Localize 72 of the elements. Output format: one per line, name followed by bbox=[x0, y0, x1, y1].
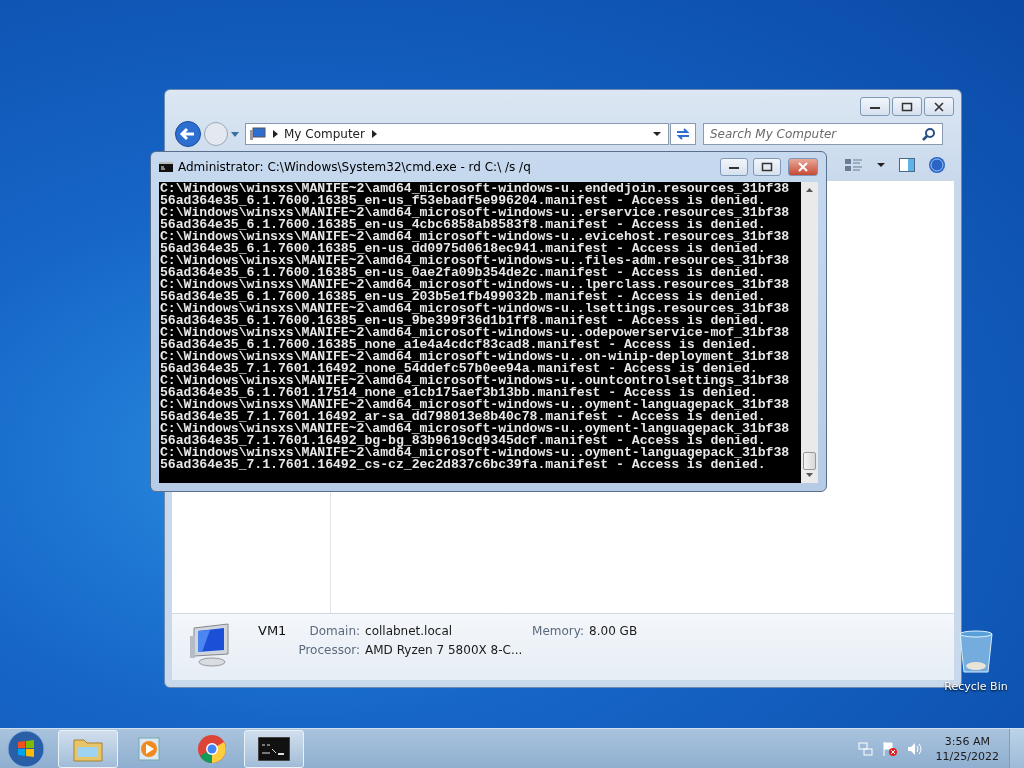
dropdown-icon[interactable] bbox=[652, 131, 662, 137]
clock-time: 3:56 AM bbox=[944, 733, 990, 749]
maximize-button[interactable] bbox=[753, 158, 781, 176]
clock-date: 11/25/2022 bbox=[935, 748, 999, 764]
close-button[interactable] bbox=[924, 97, 954, 116]
back-icon[interactable] bbox=[174, 120, 202, 148]
console-line: C:\Windows\winsxs\MANIFE~2\amd64_microsoft-windows-u..lperclass.resources_31bf38 bbox=[160, 279, 791, 291]
maximize-icon bbox=[901, 101, 913, 112]
scrollbar[interactable] bbox=[801, 182, 818, 483]
field-value: AMD Ryzen 7 5800X 8-C... bbox=[365, 643, 524, 657]
refresh-icon bbox=[675, 127, 691, 141]
window-title: Administrator: C:\Windows\System32\cmd.exe - rd C:\ /s /q bbox=[178, 160, 531, 174]
view-options-icon[interactable] bbox=[844, 157, 864, 173]
console-icon bbox=[159, 162, 173, 172]
browser-icon bbox=[197, 733, 227, 764]
console-line: C:\Windows\winsxs\MANIFE~2\amd64_microsoft-windows-u..evicehost.resources_31bf38 bbox=[160, 231, 791, 243]
console-line: 56ad364e35_6.1.7600.16385_en-us_4cbc6858ab8583f8.manifest - Access is denied. bbox=[160, 219, 766, 231]
recycle-bin-icon[interactable] bbox=[958, 630, 994, 674]
scrollbar-thumb[interactable] bbox=[803, 452, 816, 470]
maximize-button[interactable] bbox=[892, 97, 922, 116]
computer-name: VM1 bbox=[258, 623, 287, 638]
search-field[interactable]: Search My Computer bbox=[703, 123, 943, 145]
maximize-icon bbox=[761, 162, 773, 172]
console-line: 56ad364e35_6.1.7600.16385_none_a1e4a4cdcf83cad8.manifest - Access is denied. bbox=[160, 339, 758, 351]
console-line: C:\Windows\winsxs\MANIFE~2\amd64_microsoft-windows-u..ountcontrolsettings_31bf38 bbox=[160, 375, 791, 387]
console-line: 56ad364e35_6.1.7600.16385_en-us_f53ebadf5e996204.manifest - Access is denied. bbox=[160, 195, 766, 207]
scroll-up-icon[interactable] bbox=[805, 187, 814, 193]
chevron-icon bbox=[272, 130, 278, 138]
field-value: collabnet.local bbox=[365, 624, 453, 638]
console-line: 56ad364e35_6.1.7600.16385_en-us_9be399f36d1b1ff8.manifest - Access is denied. bbox=[160, 315, 766, 327]
close-icon bbox=[797, 162, 809, 172]
help-icon[interactable] bbox=[928, 156, 946, 174]
play-icon bbox=[137, 735, 163, 762]
field-label: Processor: bbox=[298, 643, 361, 657]
field-value: 8.00 GB bbox=[589, 624, 638, 638]
console-line: C:\Windows\winsxs\MANIFE~2\amd64_microsoft-windows-u..on-winip-deployment_31bf38 bbox=[160, 351, 791, 363]
console-line: 56ad364e35_6.1.7601.17514_none_e1cb175aef3b13bb.manifest - Access is denied. bbox=[160, 387, 758, 399]
scroll-down-icon[interactable] bbox=[805, 472, 814, 478]
console-line: C:\Windows\winsxs\MANIFE~2\amd64_microsoft-windows-u..oyment-languagepack_31bf38 bbox=[160, 399, 791, 411]
console-line: 56ad364e35_6.1.7600.16385_en-us_0ae2fa09b354de2c.manifest - Access is denied. bbox=[160, 267, 766, 279]
clock[interactable]: 3:56 AM 11/25/2022 bbox=[935, 733, 999, 764]
chevron-icon bbox=[370, 130, 377, 138]
field-label: Domain: bbox=[308, 624, 361, 638]
console-line: 56ad364e35_7.1.7601.16492_bg-bg_83b9619cd9345dcf.manifest - Access is denied. bbox=[160, 435, 766, 447]
close-icon bbox=[933, 101, 945, 112]
refresh-button[interactable] bbox=[670, 123, 696, 145]
console-line: C:\Windows\winsxs\MANIFE~2\amd64_microsoft-windows-u..files-adm.resources_31bf38 bbox=[160, 255, 791, 267]
console-line: C:\Windows\winsxs\MANIFE~2\amd64_microsoft-windows-u..odepowerservice-mof_31bf38 bbox=[160, 327, 791, 339]
computer-icon bbox=[250, 127, 266, 141]
console-line: 56ad364e35_7.1.7601.16492_ar-sa_dd798013e8b40c78.manifest - Access is denied. bbox=[160, 411, 766, 423]
minimize-icon bbox=[728, 164, 740, 170]
minimize-button[interactable] bbox=[860, 97, 890, 116]
console-line: 56ad364e35_6.1.7600.16385_en-us_203b5e1fb499032b.manifest - Access is denied. bbox=[160, 291, 766, 303]
taskbar-button[interactable] bbox=[244, 729, 304, 768]
dropdown-icon[interactable] bbox=[876, 162, 886, 168]
console-line: C:\Windows\winsxs\MANIFE~2\amd64_microsoft-windows-u..erservice.resources_31bf38 bbox=[160, 207, 791, 219]
console-line: 56ad364e35_6.1.7600.16385_en-us_dd0975d0618ec941.manifest - Access is denied. bbox=[160, 243, 766, 255]
console-line: C:\Windows\winsxs\MANIFE~2\amd64_microsoft-windows-u..oyment-languagepack_31bf38 bbox=[160, 447, 791, 459]
console-line: C:\Windows\winsxs\MANIFE~2\amd64_microsoft-windows-u..lsettings.resources_31bf38 bbox=[160, 303, 791, 315]
console-line: C:\Windows\winsxs\MANIFE~2\amd64_microsoft-windows-u..oyment-languagepack_31bf38 bbox=[160, 423, 791, 435]
console-line: C:\Windows\winsxs\MANIFE~2\amd64_microsoft-windows-u..endedjoin.resources_31bf38 bbox=[160, 183, 791, 195]
start-button[interactable] bbox=[6, 728, 46, 768]
minimize-button[interactable] bbox=[720, 158, 748, 176]
field-label: Memory: bbox=[532, 624, 585, 638]
address-text: My Computer bbox=[284, 127, 365, 141]
address-bar[interactable]: My Computer bbox=[245, 123, 669, 145]
console-line: 56ad364e35_7.1.7601.16492_none_54ddefc57b0ee94a.manifest - Access is denied. bbox=[160, 363, 758, 375]
console-line: 56ad364e35_7.1.7601.16492_cs-cz_2ec2d837c6bc39fa.manifest - Access is denied. bbox=[160, 459, 766, 471]
flag-icon[interactable] bbox=[881, 740, 898, 757]
console-icon bbox=[258, 736, 290, 761]
preview-pane-icon[interactable] bbox=[898, 157, 916, 173]
search-icon bbox=[922, 127, 936, 141]
